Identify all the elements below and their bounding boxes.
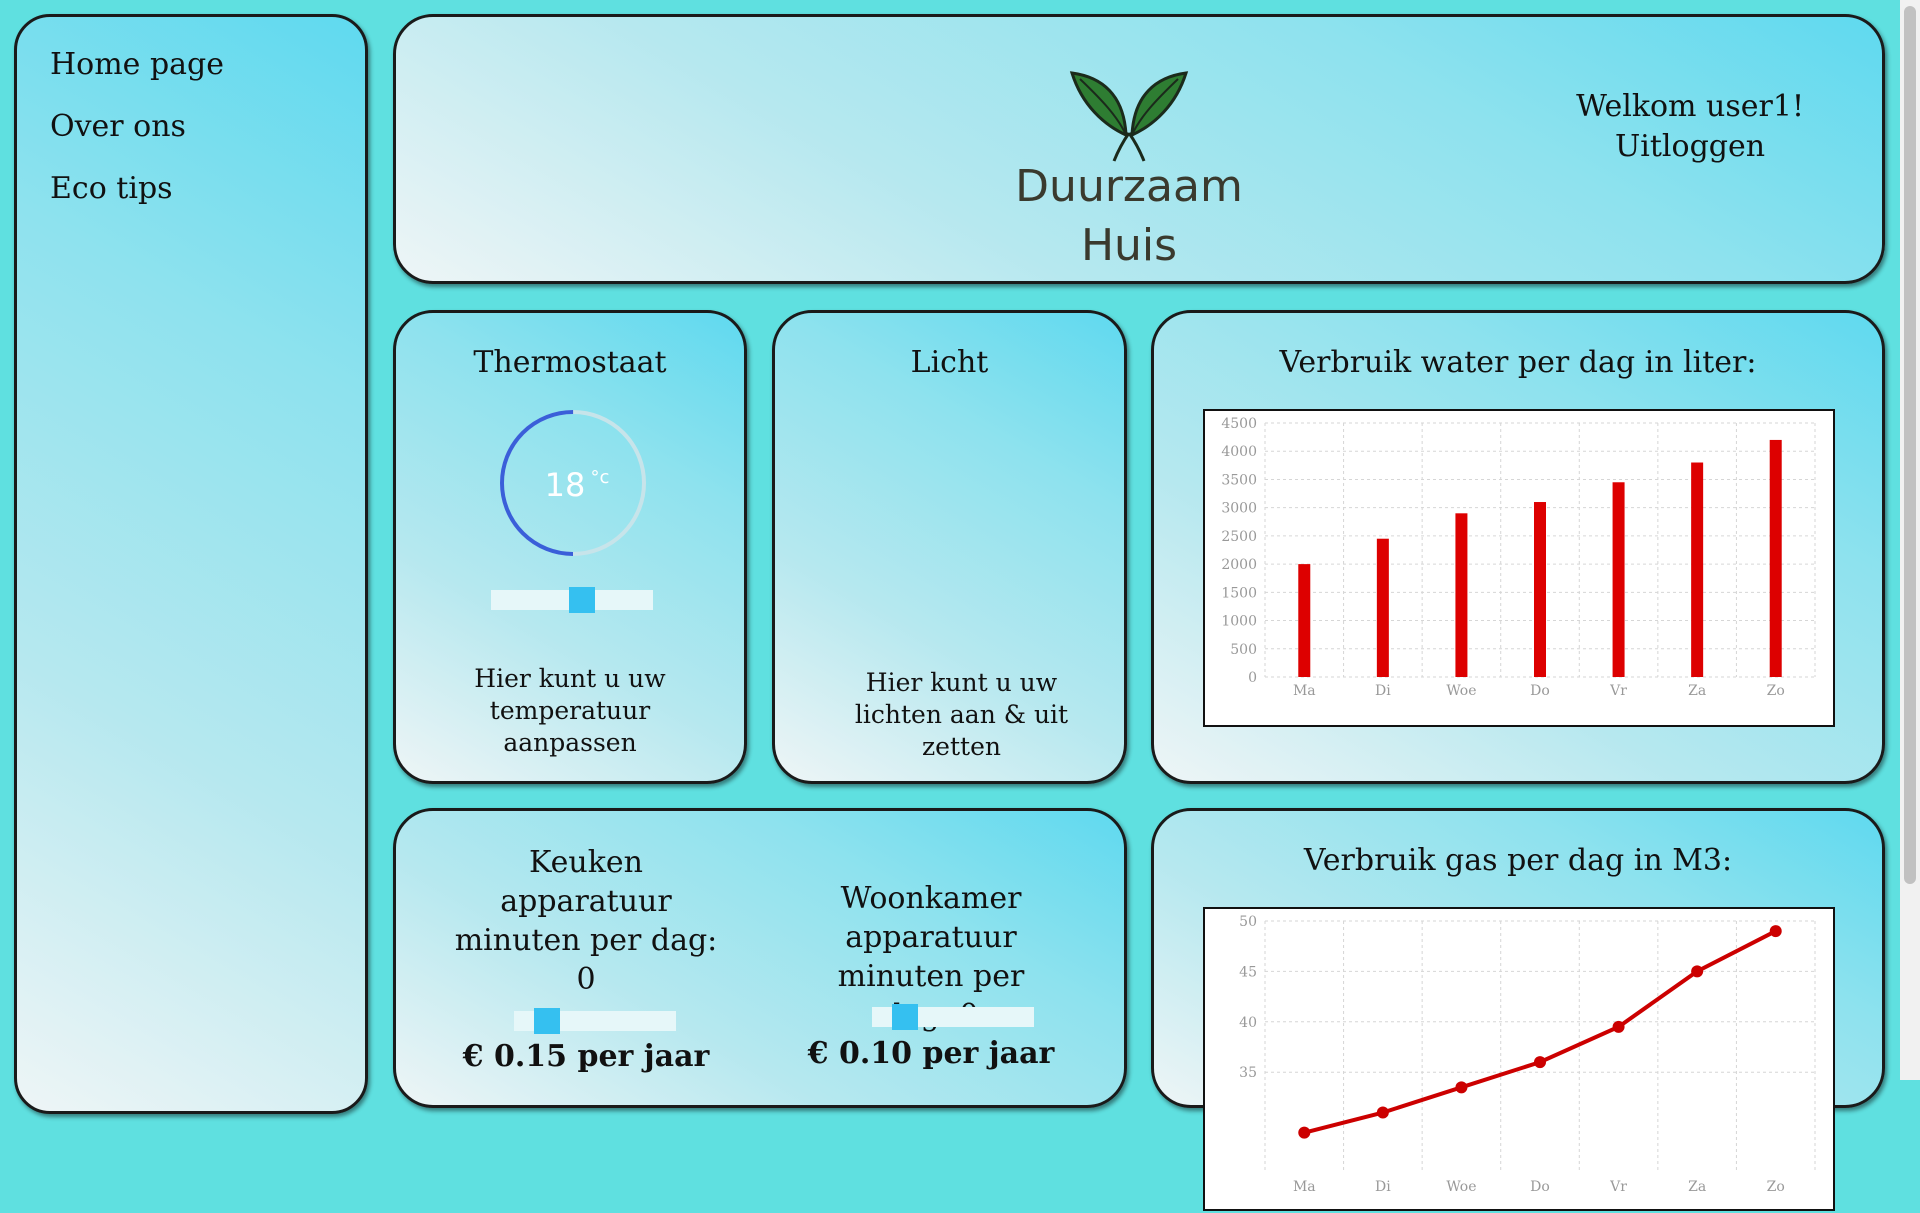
water-chart-title: Verbruik water per dag in liter: [1279,345,1757,380]
y-tick-label: 45 [1239,964,1257,980]
y-tick-label: 500 [1230,642,1257,658]
point-Zo [1769,925,1782,938]
licht-description: Hier kunt u uw lichten aan & uit zetten [854,668,1069,761]
x-tick-label: Zo [1767,683,1785,699]
x-tick-label: Za [1688,1179,1706,1195]
page-scrollbar-thumb[interactable] [1904,6,1916,884]
thermostat-temperature: 18 [545,466,586,504]
water-bar-chart: 0 500 1000 1500 2000 2500 3000 3500 4000 4500 Ma Di… [1221,416,1816,699]
x-tick-label: Za [1688,683,1706,699]
bar-Za [1691,462,1704,677]
x-tick-label: Woe [1446,1179,1476,1195]
y-tick-label: 2000 [1221,557,1257,573]
point-Di [1376,1106,1389,1119]
leaf-logo-icon [1069,71,1189,162]
licht-title: Licht [910,345,989,380]
thermostat-slider-thumb[interactable] [568,587,595,613]
page-scrollbar[interactable] [1900,0,1920,1080]
x-tick-label: Vr [1609,1179,1627,1195]
woonkamer-slider[interactable] [872,1004,1034,1030]
water-chart: 0 500 1000 1500 2000 2500 3000 3500 4000 4500 Ma Di… [1203,409,1835,727]
point-Za [1691,965,1704,978]
y-tick-label: 1000 [1221,614,1257,630]
x-tick-label: Di [1375,1179,1391,1195]
x-tick-label: Vr [1609,683,1627,699]
gas-line-chart: 35 40 45 50 Ma Di Woe Do Vr Za Zo [1239,914,1816,1195]
thermostat-title: Thermostaat [473,345,667,380]
x-tick-label: Ma [1293,683,1316,699]
point-Ma [1298,1126,1311,1139]
y-tick-label: 3000 [1221,501,1257,517]
y-tick-label: 0 [1248,670,1257,686]
bar-Do [1534,502,1546,677]
gas-series-line [1303,929,1777,1135]
y-tick-label: 1500 [1221,585,1257,601]
y-tick-label: 40 [1239,1015,1257,1031]
y-tick-label: 2500 [1221,529,1257,545]
point-Vr [1612,1020,1625,1033]
bar-Ma [1298,564,1311,677]
water-chart-panel: Verbruik water per dag in liter: 0 500 100… [1151,310,1885,784]
thermostat-unit: °c [591,467,610,488]
logo: Duurzaam Huis [1014,65,1244,271]
nav-home-page[interactable]: Home page [50,47,224,82]
welcome-text: Welkom user1! [1576,89,1804,124]
x-tick-label: Di [1375,683,1391,699]
devices-panel: Keuken apparatuur minuten per dag: 0 € 0… [393,808,1127,1108]
y-tick-label: 50 [1239,914,1257,930]
logo-text-huis: Huis [1080,220,1178,271]
gas-chart: 35 40 45 50 Ma Di Woe Do Vr Za Zo [1203,907,1835,1211]
woonkamer-slider-thumb[interactable] [892,1004,919,1030]
user-area: Welkom user1! Uitloggen [1576,87,1804,167]
bar-Vr [1612,482,1625,677]
header: Duurzaam Huis Welkom user1! Uitloggen [393,14,1885,284]
keuken-slider-thumb[interactable] [534,1008,561,1034]
thermostat-dial[interactable]: 18 °c [493,403,653,563]
licht-panel: Licht Hier kunt u uw lichten aan & uit z… [772,310,1127,784]
x-tick-label: Woe [1446,683,1476,699]
y-tick-label: 4000 [1221,444,1257,460]
y-tick-label: 3500 [1221,472,1257,488]
sidebar: Home page Over ons Eco tips [14,14,368,1114]
point-Woe [1455,1081,1468,1094]
logo-text-duurzaam: Duurzaam [1015,161,1243,212]
y-tick-label: 4500 [1221,416,1257,432]
logout-link[interactable]: Uitloggen [1576,127,1804,167]
thermostat-slider[interactable] [491,587,653,613]
x-tick-label: Ma [1293,1179,1316,1195]
point-Do [1534,1056,1546,1069]
thermostat-panel: Thermostaat 18 °c Hier kunt u uw tempera… [393,310,747,784]
gas-chart-panel: Verbruik gas per dag in M3: 35 40 45 50 Ma Di… [1151,808,1885,1211]
bar-Woe [1455,513,1468,677]
keuken-slider[interactable] [514,1008,676,1034]
bar-Di [1376,538,1389,677]
bar-Zo [1769,439,1782,677]
thermostat-description: Hier kunt u uw temperatuur aanpassen [474,664,666,757]
woonkamer-cost: € 0.10 per jaar [807,1036,1055,1071]
x-tick-label: Do [1530,1179,1550,1195]
gas-chart-title: Verbruik gas per dag in M3: [1303,843,1733,878]
keuken-cost: € 0.15 per jaar [462,1039,710,1074]
keuken-title: Keuken apparatuur minuten per dag: 0 [454,845,718,997]
nav-eco-tips[interactable]: Eco tips [50,171,173,206]
x-tick-label: Zo [1767,1179,1785,1195]
y-tick-label: 35 [1239,1065,1257,1081]
nav-over-ons[interactable]: Over ons [50,109,186,144]
x-tick-label: Do [1530,683,1550,699]
